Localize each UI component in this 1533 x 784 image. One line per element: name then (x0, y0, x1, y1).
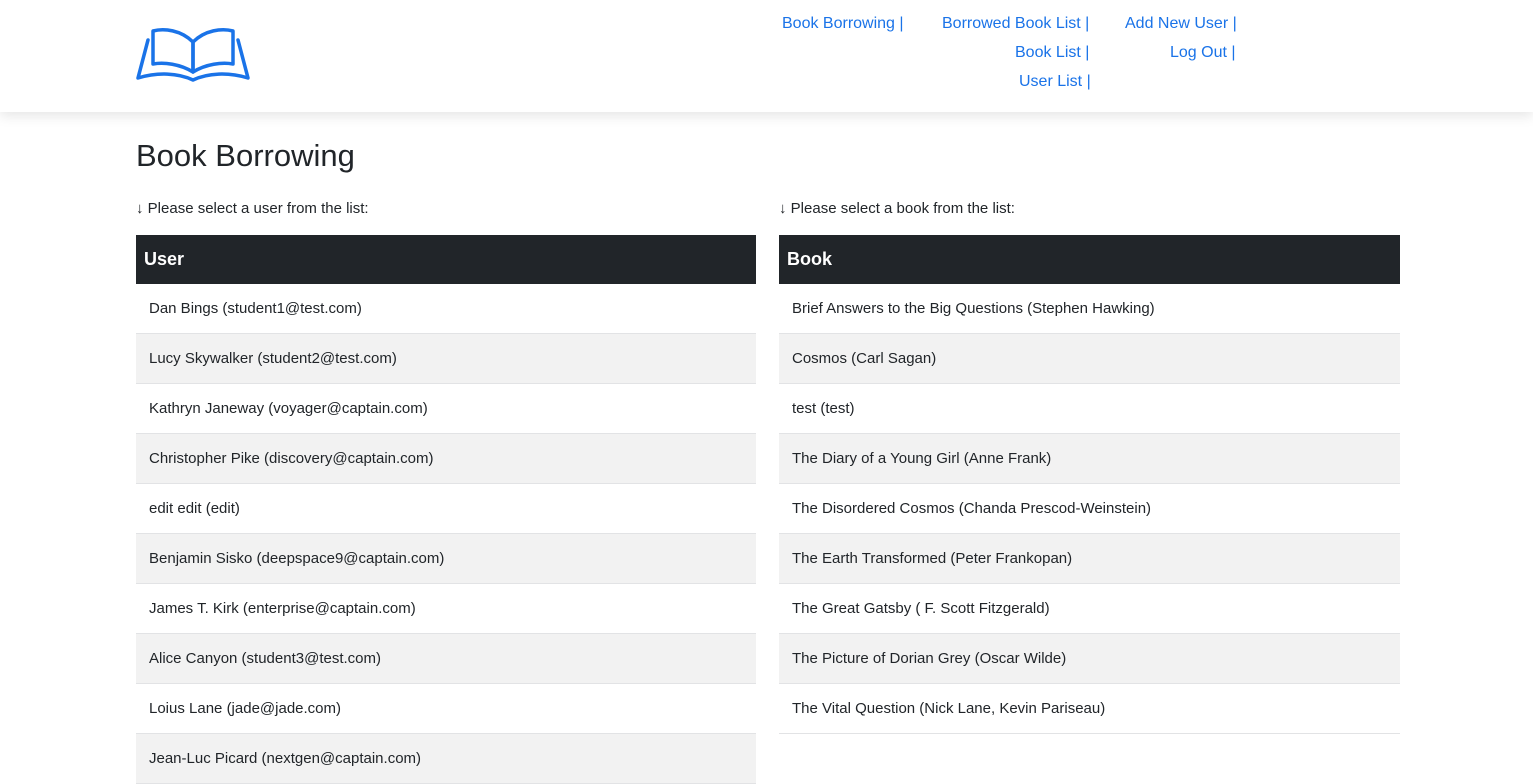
nav-user-list[interactable]: User List | (1019, 72, 1091, 92)
book-row[interactable]: The Vital Question (Nick Lane, Kevin Par… (779, 684, 1400, 734)
book-row[interactable]: Cosmos (Carl Sagan) (779, 334, 1400, 384)
user-table-header: User (136, 235, 756, 284)
page-title: Book Borrowing (136, 138, 355, 173)
user-row[interactable]: Kathryn Janeway (voyager@captain.com) (136, 384, 756, 434)
nav-log-out[interactable]: Log Out | (1170, 43, 1236, 63)
user-table: User Dan Bings (student1@test.com) Lucy S… (136, 235, 756, 784)
user-row[interactable]: Christopher Pike (discovery@captain.com) (136, 434, 756, 484)
book-row[interactable]: The Picture of Dorian Grey (Oscar Wilde) (779, 634, 1400, 684)
user-row[interactable]: Dan Bings (student1@test.com) (136, 284, 756, 334)
user-row[interactable]: Jean-Luc Picard (nextgen@captain.com) (136, 734, 756, 784)
nav-book-list[interactable]: Book List | (1015, 43, 1089, 63)
book-table: Book Brief Answers to the Big Questions … (779, 235, 1400, 734)
user-row[interactable]: Benjamin Sisko (deepspace9@captain.com) (136, 534, 756, 584)
main-content: Book Borrowing ↓ Please select a user fr… (0, 112, 1533, 784)
user-row[interactable]: Loius Lane (jade@jade.com) (136, 684, 756, 734)
book-row[interactable]: The Great Gatsby ( F. Scott Fitzgerald) (779, 584, 1400, 634)
book-row[interactable]: Brief Answers to the Big Questions (Step… (779, 284, 1400, 334)
site-header: Book Borrowing | Borrowed Book List | Ad… (0, 0, 1533, 112)
user-row[interactable]: James T. Kirk (enterprise@captain.com) (136, 584, 756, 634)
book-row[interactable]: The Diary of a Young Girl (Anne Frank) (779, 434, 1400, 484)
book-row[interactable]: test (test) (779, 384, 1400, 434)
book-row[interactable]: The Disordered Cosmos (Chanda Prescod-We… (779, 484, 1400, 534)
nav-add-new-user[interactable]: Add New User | (1125, 14, 1237, 34)
nav-book-borrowing[interactable]: Book Borrowing | (782, 14, 904, 34)
book-list: Brief Answers to the Big Questions (Step… (779, 284, 1400, 734)
book-instruction: ↓ Please select a book from the list: (779, 200, 1015, 217)
user-row[interactable]: edit edit (edit) (136, 484, 756, 534)
book-row[interactable]: The Earth Transformed (Peter Frankopan) (779, 534, 1400, 584)
book-table-header: Book (779, 235, 1400, 284)
user-row[interactable]: Alice Canyon (student3@test.com) (136, 634, 756, 684)
user-row[interactable]: Lucy Skywalker (student2@test.com) (136, 334, 756, 384)
nav-borrowed-book-list[interactable]: Borrowed Book List | (942, 14, 1089, 34)
open-book-logo-icon[interactable] (136, 26, 250, 84)
user-instruction: ↓ Please select a user from the list: (136, 200, 369, 217)
user-list: Dan Bings (student1@test.com) Lucy Skywal… (136, 284, 756, 784)
